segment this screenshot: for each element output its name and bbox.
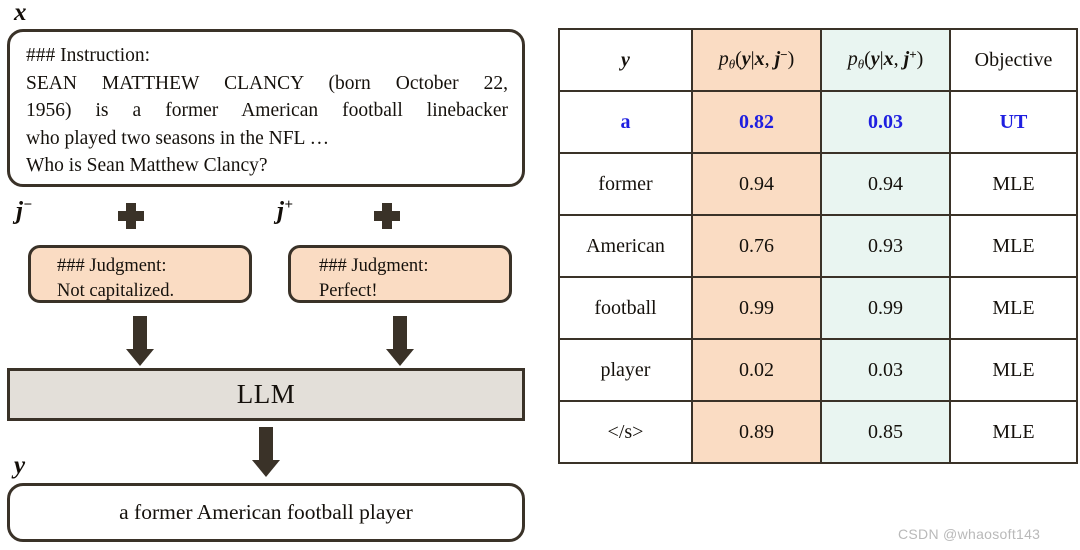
arrow-down-icon: [126, 316, 154, 366]
instruction-line-4: who played two seasons in the NFL …: [26, 127, 330, 149]
y-symbol: y: [621, 48, 630, 71]
cell-p-negative: 0.76: [691, 214, 822, 278]
table-row: former 0.94 0.94 MLE: [558, 152, 1078, 216]
cell-p-negative: 0.82: [691, 90, 822, 154]
cell-objective: UT: [949, 90, 1078, 154]
judgment-text: Not capitalized.: [57, 281, 175, 301]
cell-p-positive: 0.85: [820, 400, 951, 464]
instruction-line-2: SEAN MATTHEW CLANCY (born October 22,: [26, 72, 508, 94]
cell-token: </s>: [558, 400, 693, 464]
cell-objective: MLE: [949, 276, 1078, 340]
positive-judgment-variable-label: j+: [277, 197, 294, 225]
plus-icon: [118, 203, 144, 229]
cell-objective: MLE: [949, 400, 1078, 464]
llm-box: LLM: [7, 368, 525, 421]
cell-token: player: [558, 338, 693, 402]
instruction-box: ### Instruction: SEAN MATTHEW CLANCY (bo…: [7, 29, 525, 187]
cell-p-positive: 0.99: [820, 276, 951, 340]
instruction-line-3: 1956) is a former American football line…: [26, 100, 508, 121]
negative-judgment-box: ### Judgment: Not capitalized.: [28, 245, 252, 303]
token-probability-table: y pθ(y|x, j−) pθ(y|x, j+) Objective a 0.8…: [558, 28, 1078, 464]
cell-p-negative: 0.99: [691, 276, 822, 340]
cell-objective: MLE: [949, 338, 1078, 402]
column-header-p-negative: pθ(y|x, j−): [691, 28, 822, 92]
negative-judgment-variable-label: j−: [16, 197, 33, 225]
output-text: a former American football player: [119, 500, 413, 524]
cell-p-positive: 0.03: [820, 90, 951, 154]
output-box: a former American football player: [7, 483, 525, 542]
table-header-row: y pθ(y|x, j−) pθ(y|x, j+) Objective: [558, 28, 1078, 92]
watermark: CSDN @whaosoft143: [898, 526, 1041, 542]
plus-superscript: +: [284, 197, 294, 213]
cell-objective: MLE: [949, 152, 1078, 216]
column-header-objective: Objective: [949, 28, 1078, 92]
cell-p-positive: 0.94: [820, 152, 951, 216]
cell-token: American: [558, 214, 693, 278]
cell-token: a: [558, 90, 693, 154]
instruction-question: Who is Sean Matthew Clancy?: [26, 155, 268, 176]
table-row: American 0.76 0.93 MLE: [558, 214, 1078, 278]
cell-p-positive: 0.93: [820, 214, 951, 278]
llm-label: LLM: [236, 379, 296, 409]
cell-token: former: [558, 152, 693, 216]
judgment-text: Perfect!: [319, 281, 378, 301]
judgment-heading: ### Judgment:: [57, 256, 167, 276]
arrow-down-icon: [252, 427, 280, 477]
pipeline-diagram: x ### Instruction: SEAN MATTHEW CLANCY (…: [0, 0, 540, 550]
arrow-down-icon: [386, 316, 414, 366]
positive-judgment-box: ### Judgment: Perfect!: [288, 245, 512, 303]
judgment-heading: ### Judgment:: [319, 256, 429, 276]
column-header-p-positive: pθ(y|x, j+): [820, 28, 951, 92]
minus-superscript: −: [23, 197, 33, 213]
cell-objective: MLE: [949, 214, 1078, 278]
instruction-heading: ### Instruction:: [26, 45, 151, 66]
input-variable-label: x: [14, 0, 27, 26]
cell-p-negative: 0.89: [691, 400, 822, 464]
cell-p-positive: 0.03: [820, 338, 951, 402]
table-row: </s> 0.89 0.85 MLE: [558, 400, 1078, 464]
cell-p-negative: 0.02: [691, 338, 822, 402]
cell-p-negative: 0.94: [691, 152, 822, 216]
table-row: football 0.99 0.99 MLE: [558, 276, 1078, 340]
cell-token: football: [558, 276, 693, 340]
column-header-y: y: [558, 28, 693, 92]
plus-icon: [374, 203, 400, 229]
p-theta-y-given-x-j-minus: pθ(y|x, j−): [718, 47, 795, 72]
output-variable-label: y: [14, 452, 26, 479]
p-theta-y-given-x-j-plus: pθ(y|x, j+): [847, 47, 924, 72]
table-row: player 0.02 0.03 MLE: [558, 338, 1078, 402]
table-row: a 0.82 0.03 UT: [558, 90, 1078, 154]
